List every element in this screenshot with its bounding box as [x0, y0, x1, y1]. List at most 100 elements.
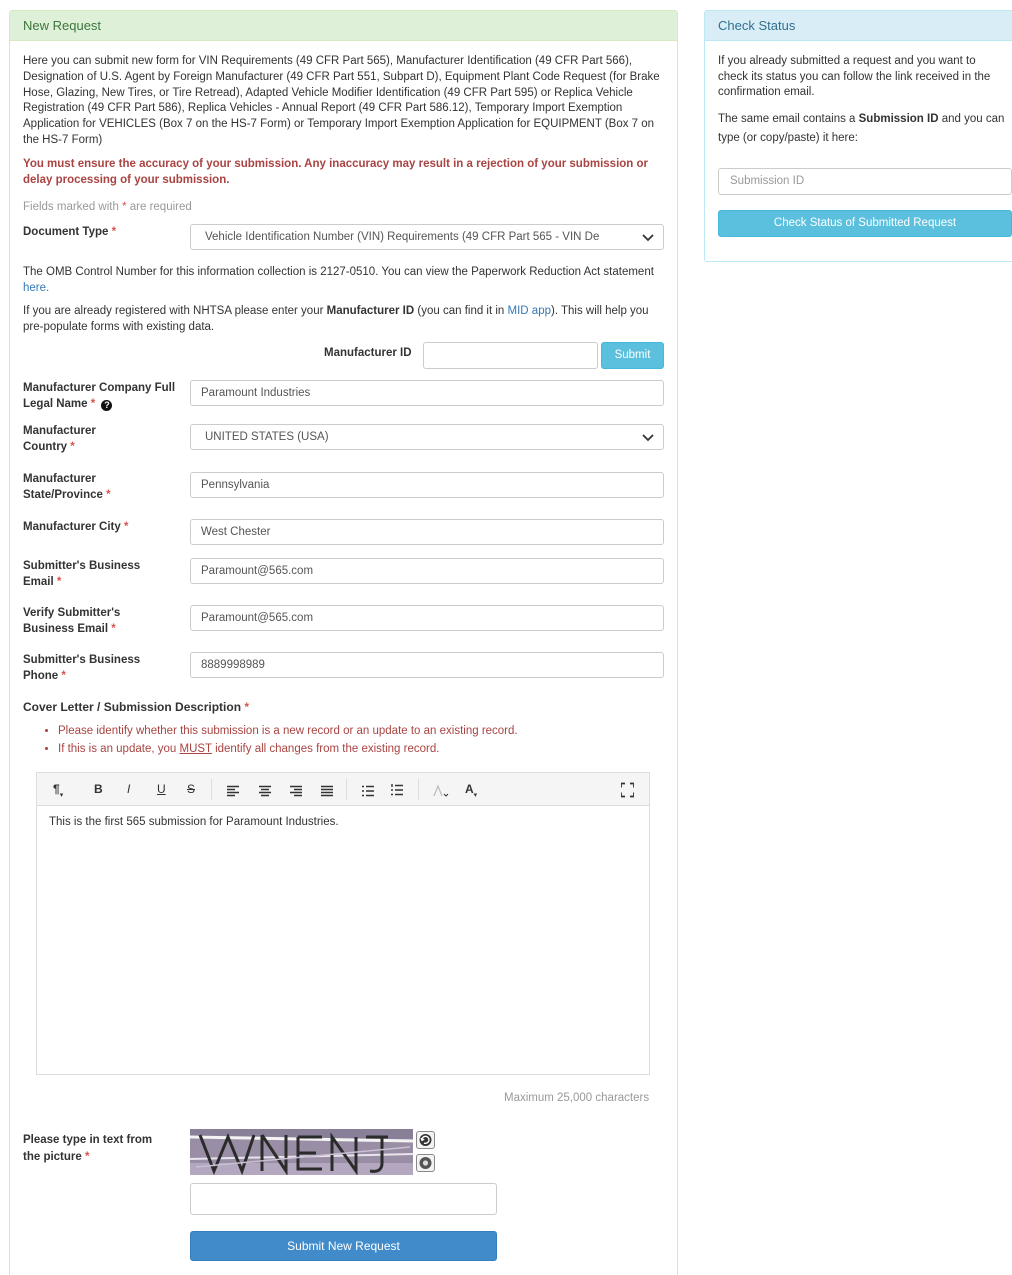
mid-info-bold: Manufacturer ID — [326, 305, 415, 317]
submission-info-bold: Submission ID — [858, 113, 939, 125]
required-star: * — [61, 670, 66, 682]
check-status-button[interactable]: Check Status of Submitted Request — [718, 210, 1012, 237]
fullscreen-icon[interactable] — [621, 782, 634, 798]
captcha-label: Please type in text from the picture * — [23, 1132, 163, 1166]
state-input[interactable]: Pennsylvania — [190, 472, 664, 498]
strikethrough-button[interactable]: S — [187, 781, 195, 797]
toolbar-separator — [211, 779, 212, 800]
max-characters-note: Maximum 25,000 characters — [504, 1092, 650, 1104]
captcha-input[interactable] — [190, 1183, 497, 1215]
cover-letter-label-text: Cover Letter / Submission Description — [23, 700, 242, 714]
refresh-captcha-button[interactable] — [416, 1131, 435, 1149]
new-request-heading: New Request — [10, 11, 677, 41]
submission-info-pre: The same email contains a — [718, 113, 856, 125]
bold-button[interactable]: B — [94, 781, 103, 797]
check-status-text: If you already submitted a request and y… — [718, 55, 991, 98]
document-type-select[interactable]: Vehicle Identification Number (VIN) Requ… — [190, 224, 664, 250]
required-note-suffix: are required — [129, 201, 192, 213]
verify-email-label-text: Verify Submitter's Business Email — [23, 607, 121, 635]
mid-app-link[interactable]: MID app — [508, 305, 551, 317]
caret-icon: ▾ — [59, 792, 64, 799]
instruction-item: If this is an update, you MUST identify … — [58, 740, 518, 758]
align-right-icon[interactable] — [290, 783, 302, 799]
instruction2-post: identify all changes from the existing r… — [215, 743, 440, 755]
verify-email-label: Verify Submitter's Business Email * — [23, 605, 143, 637]
align-center-icon[interactable] — [259, 783, 271, 799]
manufacturer-id-submit-button[interactable]: Submit — [601, 342, 664, 369]
cover-letter-label: Cover Letter / Submission Description * — [23, 700, 249, 714]
omb-statement: The OMB Control Number for this informat… — [23, 264, 669, 296]
required-note-prefix: Fields marked with — [23, 201, 119, 213]
document-type-value: Vehicle Identification Number (VIN) Requ… — [205, 231, 600, 243]
toolbar-separator — [418, 779, 419, 800]
paragraph-style-button[interactable]: ¶▾ — [53, 781, 64, 799]
paragraph-icon: ¶ — [53, 782, 60, 796]
chevron-down-icon — [642, 234, 654, 242]
city-input[interactable]: West Chester — [190, 519, 664, 545]
underline-button[interactable]: U — [157, 781, 166, 797]
audio-captcha-button[interactable] — [416, 1154, 435, 1172]
check-status-panel: Check Status If you already submitted a … — [704, 10, 1012, 262]
italic-button[interactable]: I — [127, 781, 130, 797]
manufacturer-id-info: If you are already registered with NHTSA… — [23, 303, 669, 335]
caret-icon: ▾ — [473, 792, 478, 799]
email-input[interactable]: Paramount@565.com — [190, 558, 664, 584]
phone-label: Submitter's Business Phone * — [23, 652, 163, 684]
city-label: Manufacturer City * — [23, 519, 183, 535]
align-left-icon[interactable] — [227, 783, 239, 799]
toolbar-separator — [346, 779, 347, 800]
help-icon[interactable]: ? — [101, 400, 113, 411]
accuracy-warning: You must ensure the accuracy of your sub… — [23, 158, 649, 186]
editor-content[interactable]: This is the first 565 submission for Par… — [37, 806, 649, 838]
required-star: * — [244, 700, 250, 714]
verify-email-input[interactable]: Paramount@565.com — [190, 605, 664, 631]
company-name-label-text: Manufacturer Company Full Legal Name — [23, 382, 176, 410]
manufacturer-id-label: Manufacturer ID — [324, 347, 412, 359]
phone-input[interactable]: 8889998989 — [190, 652, 664, 678]
document-type-label: Document Type * — [23, 224, 183, 240]
instruction-item: Please identify whether this submission … — [58, 722, 518, 740]
email-label-text: Submitter's Business Email — [23, 560, 141, 588]
numbered-list-icon[interactable] — [391, 782, 403, 798]
required-star: * — [122, 201, 127, 213]
omb-text: The OMB Control Number for this informat… — [23, 266, 654, 278]
company-name-label: Manufacturer Company Full Legal Name * ? — [23, 380, 183, 412]
instruction2-emphasis: MUST — [179, 743, 212, 755]
manufacturer-id-input[interactable] — [423, 342, 598, 369]
font-color-icon: A — [465, 782, 474, 796]
city-label-text: Manufacturer City — [23, 521, 121, 533]
chevron-down-icon — [642, 434, 654, 442]
required-star: * — [111, 623, 116, 635]
mid-info-part1: If you are already registered with NHTSA… — [23, 305, 324, 317]
state-label: Manufacturer State/Province * — [23, 471, 133, 503]
submit-new-request-button[interactable]: Submit New Request — [190, 1231, 497, 1261]
audio-icon — [419, 1157, 432, 1169]
align-justify-icon[interactable] — [321, 783, 333, 799]
required-star: * — [123, 521, 129, 533]
company-name-input[interactable]: Paramount Industries — [190, 380, 664, 406]
submission-id-input[interactable]: Submission ID — [718, 168, 1012, 195]
required-star: * — [111, 226, 117, 238]
state-label-text: Manufacturer State/Province — [23, 473, 103, 501]
rich-text-editor: ¶▾ B I U S A▾ This is the first 565 subm… — [36, 772, 650, 1075]
country-label: Manufacturer Country * — [23, 423, 133, 455]
check-status-heading: Check Status — [705, 11, 1012, 41]
intro-text: Here you can submit new form for VIN Req… — [23, 55, 660, 146]
required-star: * — [90, 398, 96, 410]
country-value: UNITED STATES (USA) — [205, 431, 329, 443]
captcha-image — [190, 1129, 413, 1175]
highlight-color-icon[interactable] — [433, 783, 449, 799]
phone-label-text: Submitter's Business Phone — [23, 654, 141, 682]
instruction2-pre: If this is an update, you — [58, 743, 177, 755]
required-star: * — [85, 1151, 90, 1163]
country-select[interactable]: UNITED STATES (USA) — [190, 424, 664, 450]
editor-toolbar: ¶▾ B I U S A▾ — [37, 773, 649, 806]
refresh-icon — [419, 1134, 432, 1146]
country-label-text: Manufacturer Country — [23, 425, 96, 453]
bullet-list-icon[interactable] — [362, 783, 374, 799]
font-color-button[interactable]: A▾ — [465, 781, 478, 799]
email-label: Submitter's Business Email * — [23, 558, 163, 590]
required-star: * — [70, 441, 75, 453]
mid-info-part2: (you can find it in — [417, 305, 505, 317]
paperwork-statement-link[interactable]: here. — [23, 282, 49, 294]
